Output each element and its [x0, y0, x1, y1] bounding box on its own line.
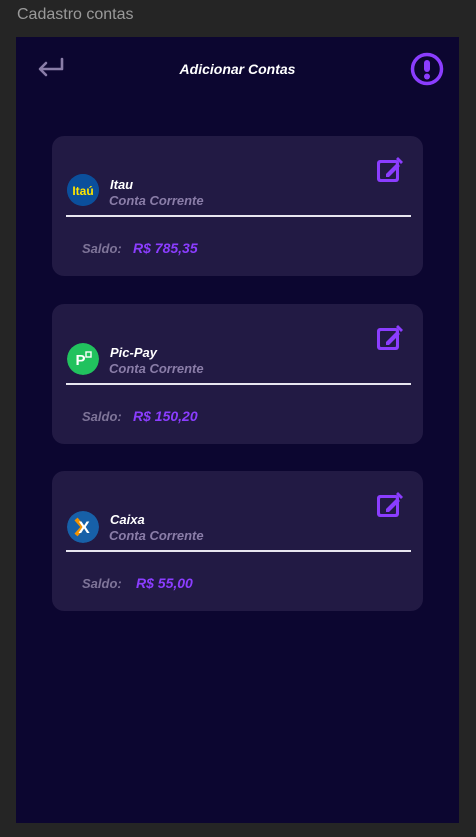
caixa-logo: X	[67, 511, 99, 543]
saldo-value: R$ 150,20	[133, 408, 198, 424]
divider	[66, 550, 411, 552]
account-type: Conta Corrente	[109, 193, 204, 208]
itau-logo: Itaú	[67, 174, 99, 206]
account-type: Conta Corrente	[109, 361, 204, 376]
picpay-logo-text: P	[75, 352, 85, 369]
account-name: Pic-Pay	[110, 345, 157, 360]
saldo-value: R$ 55,00	[136, 575, 193, 591]
edit-square-icon	[377, 325, 403, 350]
saldo-value: R$ 785,35	[133, 240, 198, 256]
edit-button[interactable]	[376, 324, 404, 352]
app-screen: Adicionar Contas Itaú Itau Conta Corrent…	[16, 37, 459, 823]
account-card-itau[interactable]: Itaú Itau Conta Corrente Saldo: R$ 785,3…	[52, 136, 423, 276]
account-card-caixa[interactable]: X Caixa Conta Corrente Saldo: R$ 55,00	[52, 471, 423, 611]
divider	[66, 215, 411, 217]
exclamation-circle-icon	[410, 52, 444, 86]
account-card-picpay[interactable]: P Pic-Pay Conta Corrente Saldo: R$ 150,2…	[52, 304, 423, 444]
account-name: Caixa	[110, 512, 145, 527]
frame-title: Cadastro contas	[17, 6, 134, 23]
account-type: Conta Corrente	[109, 528, 204, 543]
alert-button[interactable]	[410, 52, 444, 86]
edit-square-icon	[377, 157, 403, 182]
edit-square-icon	[377, 492, 403, 517]
edit-button[interactable]	[376, 156, 404, 184]
page-title: Adicionar Contas	[179, 61, 296, 77]
saldo-label: Saldo:	[82, 241, 122, 256]
saldo-label: Saldo:	[82, 576, 122, 591]
itau-logo-text: Itaú	[72, 184, 93, 198]
account-name: Itau	[110, 177, 134, 192]
edit-button[interactable]	[376, 491, 404, 519]
picpay-logo: P	[67, 343, 99, 375]
caixa-logo-text: X	[78, 518, 90, 537]
divider	[66, 383, 411, 385]
saldo-label: Saldo:	[82, 409, 122, 424]
